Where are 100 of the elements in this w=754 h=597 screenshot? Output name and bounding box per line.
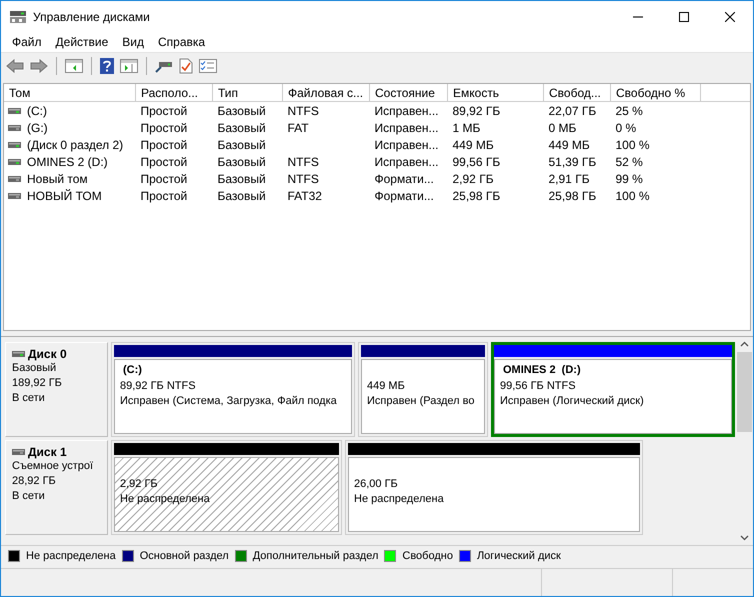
table-cell: 1 МБ [452, 120, 480, 134]
column-header[interactable]: Файловая с... [282, 84, 370, 102]
maximize-icon[interactable] [679, 12, 689, 22]
column-header[interactable]: Состояние [370, 84, 448, 102]
disk-info-panel[interactable]: Диск 0 Базовый 189,92 ГБ В сети [5, 342, 108, 437]
table-cell: Исправен... [374, 154, 439, 168]
menu-item[interactable]: Файл [5, 35, 49, 49]
disk-name: Диск 1 [28, 445, 67, 459]
table-cell: Простой [140, 188, 188, 202]
table-cell: 25 % [616, 104, 643, 118]
checklist-icon[interactable] [199, 59, 217, 73]
menu-item[interactable]: Действие [48, 35, 116, 49]
partition-status: Исправен (Раздел во [367, 394, 476, 409]
table-cell: Базовый [218, 120, 266, 134]
table-cell: (C:) [27, 104, 47, 118]
table-cell: FAT32 [288, 188, 322, 202]
scroll-up-icon[interactable] [740, 341, 749, 347]
disk-info-panel[interactable]: Диск 1 Съемное устрої 28,92 ГБ В сети [5, 440, 108, 535]
disk-drive-icon [9, 10, 27, 24]
table-cell: FAT [288, 120, 309, 134]
action-pane-icon[interactable] [120, 59, 138, 73]
back-arrow-icon[interactable] [6, 59, 24, 73]
column-header[interactable]: Располо... [136, 84, 212, 102]
table-cell: Базовый [218, 172, 266, 186]
partition-block[interactable]: (C:) 89,92 ГБ NTFS Исправен (Система, Загрузка, Файл подка [111, 342, 355, 437]
table-cell: NTFS [288, 104, 319, 118]
table-cell: 0 % [616, 120, 636, 134]
table-cell: Простой [140, 104, 188, 118]
partition-size: 2,92 ГБ [120, 477, 159, 492]
table-cell: Простой [140, 172, 188, 186]
column-header[interactable]: Тип [212, 84, 282, 102]
table-cell: NTFS [288, 154, 319, 168]
partition-block[interactable]: 2,92 ГБ Не распределена [111, 440, 342, 535]
column-header[interactable]: Свобод... [544, 84, 610, 102]
table-cell: 22,07 ГБ [548, 104, 596, 118]
partition-status: Исправен (Логический диск) [500, 394, 645, 409]
table-cell: 2,92 ГБ [452, 172, 494, 186]
table-cell: Базовый [218, 138, 266, 152]
partition-size: 449 МБ [367, 379, 406, 394]
table-cell: Простой [140, 154, 188, 168]
table-cell: 100 % [616, 138, 650, 152]
partition-name: (C:) [122, 364, 143, 378]
disk-size: 28,92 ГБ [12, 474, 57, 489]
column-header[interactable]: Емкость [448, 84, 544, 102]
table-cell: OMINES 2 (D:) [27, 155, 108, 169]
table-cell: 51,39 ГБ [548, 154, 596, 168]
table-cell: Простой [140, 120, 188, 134]
close-icon[interactable] [725, 12, 735, 22]
table-cell: 99 % [616, 172, 643, 186]
partition-size: 26,00 ГБ [354, 477, 399, 492]
table-cell: Новый том [27, 172, 88, 186]
column-header[interactable]: Том [4, 84, 136, 102]
legend-label: Свободно [402, 550, 453, 562]
disk-size: 189,92 ГБ [12, 376, 63, 391]
forward-arrow-icon[interactable] [30, 59, 48, 73]
checked-document-icon[interactable] [179, 58, 193, 74]
table-cell: Исправен... [374, 120, 439, 134]
help-icon[interactable] [100, 58, 114, 74]
disk-status: В сети [12, 489, 46, 504]
table-cell: Базовый [218, 188, 266, 202]
legend-label: Дополнительный раздел [252, 550, 378, 562]
table-cell: Исправен... [374, 138, 439, 152]
table-cell: 89,92 ГБ [452, 104, 500, 118]
partition-block[interactable]: 449 МБ Исправен (Раздел во [358, 342, 488, 437]
partition-status: Исправен (Система, Загрузка, Файл подка [120, 394, 338, 409]
partition-block[interactable]: 26,00 ГБ Не распределена [345, 440, 643, 535]
legend-label: Не распределена [26, 550, 116, 562]
table-cell: 52 % [616, 154, 643, 168]
table-cell: 0 МБ [548, 120, 576, 134]
table-cell: Формати... [374, 188, 434, 202]
table-cell: 25,98 ГБ [548, 188, 596, 202]
table-cell: (G:) [27, 121, 48, 135]
console-tree-icon[interactable] [65, 59, 83, 73]
table-cell: (Диск 0 раздел 2) [27, 138, 124, 152]
scroll-thumb[interactable] [737, 352, 752, 432]
table-cell: NTFS [288, 172, 319, 186]
partition-size: 99,56 ГБ NTFS [500, 379, 577, 394]
menu-item[interactable]: Вид [115, 35, 151, 49]
table-cell: 2,91 ГБ [548, 172, 590, 186]
partition-size: 89,92 ГБ NTFS [120, 379, 197, 394]
drive-icon[interactable] [155, 59, 173, 73]
table-cell: НОВЫЙ ТОМ [27, 189, 102, 203]
legend-label: Основной раздел [140, 550, 229, 562]
menu-item[interactable]: Справка [151, 35, 212, 49]
table-cell: Базовый [218, 154, 266, 168]
disk-type: Базовый [12, 361, 58, 376]
disk-name: Диск 0 [28, 347, 67, 361]
partition-block[interactable]: OMINES 2 (D:) 99,56 ГБ NTFS Исправен (Логический диск) [491, 342, 735, 437]
disk-status: В сети [12, 391, 46, 406]
column-header[interactable]: Свободно % [610, 84, 700, 102]
partition-name: OMINES 2 (D:) [502, 364, 582, 378]
table-cell: Формати... [374, 172, 434, 186]
table-cell: 100 % [616, 188, 650, 202]
partition-status: Не распределена [120, 492, 211, 507]
table-cell: 25,98 ГБ [452, 188, 500, 202]
table-cell: 99,56 ГБ [452, 154, 500, 168]
window-title: Управление дисками [33, 10, 151, 24]
partition-status: Не распределена [354, 492, 445, 507]
table-cell: Базовый [218, 104, 266, 118]
scroll-down-icon[interactable] [740, 535, 749, 541]
